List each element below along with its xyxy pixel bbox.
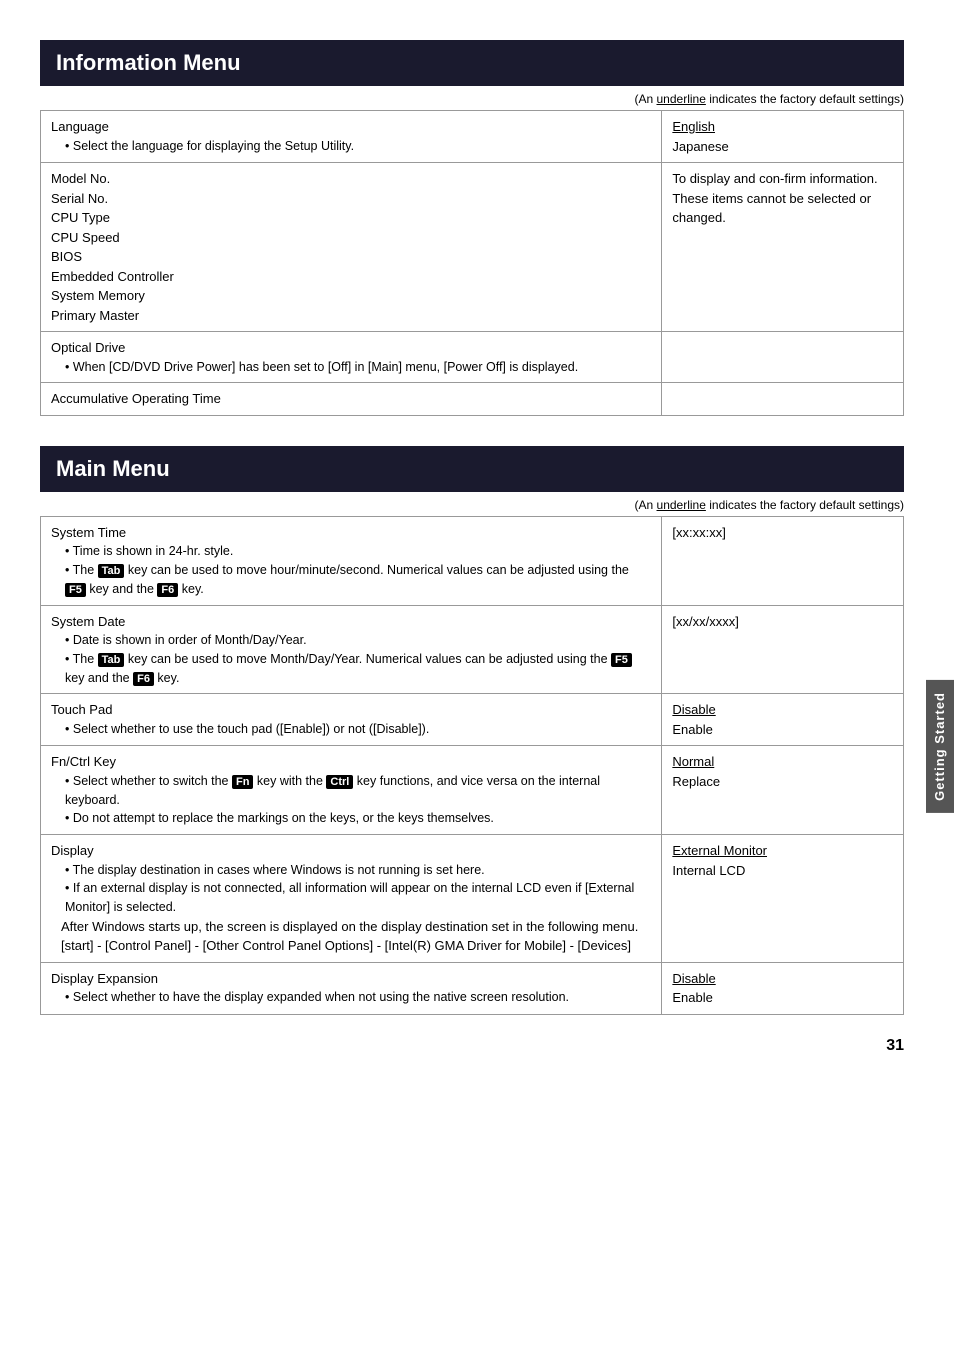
table-row: Language Select the language for display… — [41, 111, 904, 163]
main-note-underline: underline — [657, 498, 706, 512]
table-row: Display The display destination in cases… — [41, 835, 904, 963]
sysinfo-cputype: CPU Type — [51, 208, 651, 228]
display-expansion-title: Display Expansion — [51, 969, 651, 989]
system-date-title: System Date — [51, 612, 651, 632]
sysinfo-cpuspeed: CPU Speed — [51, 228, 651, 248]
sysinfo-embedded: Embedded Controller — [51, 267, 651, 287]
ctrl-key: Ctrl — [326, 775, 353, 789]
table-row: Fn/Ctrl Key Select whether to switch the… — [41, 746, 904, 835]
table-row: Accumulative Operating Time — [41, 383, 904, 416]
touchpad-value: Disable Enable — [662, 694, 904, 746]
accum-description: Accumulative Operating Time — [41, 383, 662, 416]
system-time-description: System Time Time is shown in 24-hr. styl… — [41, 516, 662, 605]
optical-description: Optical Drive When [CD/DVD Drive Power] … — [41, 332, 662, 383]
display-expansion-enable: Enable — [672, 990, 712, 1005]
fnctrl-bullet1: Select whether to switch the Fn key with… — [51, 772, 651, 810]
system-time-bullet2: The Tab key can be used to move hour/min… — [51, 561, 651, 599]
information-menu-title: Information Menu — [56, 50, 241, 75]
system-date-value: [xx/xx/xxxx] — [662, 605, 904, 694]
display-value: External Monitor Internal LCD — [662, 835, 904, 963]
display-description: Display The display destination in cases… — [41, 835, 662, 963]
system-date-bullet1: Date is shown in order of Month/Day/Year… — [51, 631, 651, 650]
system-date-bullet2: The Tab key can be used to move Month/Da… — [51, 650, 651, 688]
display-title: Display — [51, 841, 651, 861]
display-expansion-description: Display Expansion Select whether to have… — [41, 962, 662, 1014]
accum-value — [662, 383, 904, 416]
sysinfo-bios: BIOS — [51, 247, 651, 267]
accum-title: Accumulative Operating Time — [51, 389, 651, 409]
f6-key: F6 — [157, 583, 178, 597]
touchpad-title: Touch Pad — [51, 700, 651, 720]
system-time-bullet1: Time is shown in 24-hr. style. — [51, 542, 651, 561]
note-suffix: indicates the factory default settings) — [709, 92, 904, 106]
language-value-english: English — [672, 119, 715, 134]
f5-key: F5 — [65, 583, 86, 597]
information-menu-table: Language Select the language for display… — [40, 110, 904, 416]
main-menu-title: Main Menu — [56, 456, 170, 481]
display-extra2: [start] - [Control Panel] - [Other Contr… — [51, 936, 651, 956]
main-menu-section: Main Menu (An underline indicates the fa… — [40, 446, 904, 1015]
fnctrl-title: Fn/Ctrl Key — [51, 752, 651, 772]
table-row: Optical Drive When [CD/DVD Drive Power] … — [41, 332, 904, 383]
table-row: Touch Pad Select whether to use the touc… — [41, 694, 904, 746]
note-an: An — [638, 92, 653, 106]
sysinfo-description: Model No. Serial No. CPU Type CPU Speed … — [41, 163, 662, 332]
information-menu-header: Information Menu — [40, 40, 904, 86]
table-row: Model No. Serial No. CPU Type CPU Speed … — [41, 163, 904, 332]
main-factory-note: (An underline indicates the factory defa… — [40, 492, 904, 516]
language-value: English Japanese — [662, 111, 904, 163]
sysinfo-model: Model No. — [51, 169, 651, 189]
main-menu-header: Main Menu — [40, 446, 904, 492]
table-row: System Time Time is shown in 24-hr. styl… — [41, 516, 904, 605]
fnctrl-value: Normal Replace — [662, 746, 904, 835]
sysinfo-primary: Primary Master — [51, 306, 651, 326]
display-internal: Internal LCD — [672, 863, 745, 878]
display-bullet1: The display destination in cases where W… — [51, 861, 651, 880]
fnctrl-description: Fn/Ctrl Key Select whether to switch the… — [41, 746, 662, 835]
system-date-description: System Date Date is shown in order of Mo… — [41, 605, 662, 694]
touchpad-enable: Enable — [672, 722, 712, 737]
display-extra1: After Windows starts up, the screen is d… — [51, 917, 651, 937]
display-bullet2: If an external display is not connected,… — [51, 879, 651, 917]
language-value-japanese: Japanese — [672, 139, 728, 154]
language-description: Language Select the language for display… — [41, 111, 662, 163]
optical-value — [662, 332, 904, 383]
language-bullet: Select the language for displaying the S… — [51, 137, 651, 156]
display-external: External Monitor — [672, 843, 767, 858]
optical-title: Optical Drive — [51, 338, 651, 358]
tab-key2: Tab — [98, 653, 125, 667]
system-time-value: [xx:xx:xx] — [662, 516, 904, 605]
main-menu-table: System Time Time is shown in 24-hr. styl… — [40, 516, 904, 1015]
information-menu-section: Information Menu (An underline indicates… — [40, 40, 904, 416]
fnctrl-replace: Replace — [672, 774, 720, 789]
tab-key: Tab — [98, 564, 125, 578]
side-tab-label: Getting Started — [932, 692, 947, 801]
sysinfo-serial: Serial No. — [51, 189, 651, 209]
table-row: Display Expansion Select whether to have… — [41, 962, 904, 1014]
page-number: 31 — [886, 1037, 904, 1055]
fnctrl-normal: Normal — [672, 754, 714, 769]
system-time-title: System Time — [51, 523, 651, 543]
f5-key2: F5 — [611, 653, 632, 667]
optical-bullet: When [CD/DVD Drive Power] has been set t… — [51, 358, 651, 377]
table-row: System Date Date is shown in order of Mo… — [41, 605, 904, 694]
display-expansion-value: Disable Enable — [662, 962, 904, 1014]
info-factory-note: (An underline indicates the factory defa… — [40, 86, 904, 110]
fn-key: Fn — [232, 775, 253, 789]
f6-key2: F6 — [133, 672, 154, 686]
getting-started-tab: Getting Started — [926, 680, 954, 813]
display-expansion-bullet: Select whether to have the display expan… — [51, 988, 651, 1007]
language-title: Language — [51, 117, 651, 137]
fnctrl-bullet2: Do not attempt to replace the markings o… — [51, 809, 651, 828]
touchpad-disable: Disable — [672, 702, 715, 717]
display-expansion-disable: Disable — [672, 971, 715, 986]
touchpad-bullet: Select whether to use the touch pad ([En… — [51, 720, 651, 739]
touchpad-description: Touch Pad Select whether to use the touc… — [41, 694, 662, 746]
note-underline: underline — [657, 92, 706, 106]
sysinfo-memory: System Memory — [51, 286, 651, 306]
sysinfo-value: To display and con-firm information. The… — [662, 163, 904, 332]
